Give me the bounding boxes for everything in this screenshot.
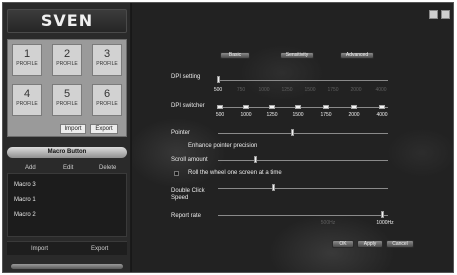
profile-5-button[interactable]: 5 PROFILE bbox=[52, 84, 82, 116]
cancel-button[interactable]: Cancel bbox=[386, 240, 414, 248]
report-rate-slider-thumb[interactable] bbox=[381, 211, 384, 218]
profile-label: PROFILE bbox=[96, 61, 118, 67]
macro-import-export: Import Export bbox=[7, 241, 127, 255]
dpi-tick-label: 750 bbox=[236, 87, 246, 93]
profile-label: PROFILE bbox=[96, 101, 118, 107]
dpi-tick-label: 1250 bbox=[281, 87, 293, 93]
dpi-setting-slider-thumb[interactable] bbox=[217, 76, 220, 83]
roll-wheel-checkbox[interactable] bbox=[174, 171, 179, 176]
macro-delete-button[interactable]: Delete bbox=[99, 163, 116, 173]
profile-2-button[interactable]: 2 PROFILE bbox=[52, 44, 82, 76]
dpi-switcher-box[interactable] bbox=[269, 105, 275, 109]
profile-number: 3 bbox=[103, 48, 111, 60]
dpi-setting-label: DPI setting bbox=[171, 74, 201, 80]
tab-advanced[interactable]: Advanced bbox=[340, 52, 374, 59]
dpi-switcher-box[interactable] bbox=[217, 105, 223, 109]
dpi-switcher-value: 1750 bbox=[320, 112, 332, 118]
dpi-switcher-box[interactable] bbox=[379, 105, 385, 109]
macro-edit-button[interactable]: Edit bbox=[63, 163, 73, 173]
report-rate-tick: 500Hz bbox=[320, 220, 336, 226]
profile-actions: Import Export bbox=[7, 123, 127, 137]
dpi-tick-label: 500 bbox=[213, 87, 223, 93]
pointer-speed-track[interactable] bbox=[218, 133, 388, 134]
macro-list-item[interactable]: Macro 3 bbox=[14, 181, 36, 189]
profile-import-button[interactable]: Import bbox=[60, 124, 86, 134]
dpi-tick-label: 2000 bbox=[350, 87, 362, 93]
profile-label: PROFILE bbox=[56, 61, 78, 67]
double-click-speed-label: Speed bbox=[171, 195, 189, 201]
profile-6-button[interactable]: 6 PROFILE bbox=[92, 84, 122, 116]
dpi-switcher-value: 1500 bbox=[292, 112, 304, 118]
pointer-speed-slider-thumb[interactable] bbox=[291, 129, 294, 136]
macro-export-button[interactable]: Export bbox=[91, 242, 108, 256]
macro-add-button[interactable]: Add bbox=[25, 163, 36, 173]
macro-button-header[interactable]: Macro Button bbox=[7, 147, 127, 158]
dpi-switcher-box[interactable] bbox=[295, 105, 301, 109]
dpi-switcher-value: 1000 bbox=[240, 112, 252, 118]
roll-wheel-label: Roll the wheel one screen at a time bbox=[188, 170, 282, 176]
dpi-switcher-box[interactable] bbox=[323, 105, 329, 109]
macro-import-button[interactable]: Import bbox=[31, 242, 48, 256]
dpi-switcher-box[interactable] bbox=[351, 105, 357, 109]
profile-label: PROFILE bbox=[56, 101, 78, 107]
sven-logo: SVEN bbox=[7, 9, 127, 33]
report-rate-tick: 1000Hz bbox=[376, 220, 394, 226]
dpi-tick-label: 1750 bbox=[327, 87, 339, 93]
scroll-amount-label: Scroll amount bbox=[171, 157, 208, 163]
dpi-setting-track[interactable] bbox=[218, 80, 388, 81]
report-rate-track[interactable] bbox=[218, 215, 388, 216]
dpi-switcher-value: 4000 bbox=[376, 112, 388, 118]
dpi-tick-label: 1500 bbox=[304, 87, 316, 93]
profile-label: PROFILE bbox=[16, 61, 38, 67]
double-click-slider-thumb[interactable] bbox=[272, 184, 275, 191]
tab-sensitivity[interactable]: Sensitivity bbox=[280, 52, 314, 59]
scroll-amount-track[interactable] bbox=[218, 160, 388, 161]
double-click-track[interactable] bbox=[218, 188, 388, 189]
settings-panel: Basic Sensitivity Advanced DPI setting 5… bbox=[132, 3, 453, 272]
profile-number: 5 bbox=[63, 88, 71, 100]
left-bottom-bar bbox=[11, 264, 123, 269]
dpi-switcher-label: DPI switcher bbox=[171, 103, 205, 109]
dpi-switcher-value: 1250 bbox=[266, 112, 278, 118]
macro-list: Macro 3 Macro 1 Macro 2 bbox=[7, 173, 127, 237]
close-icon[interactable] bbox=[441, 10, 450, 19]
dpi-switcher-value: 500 bbox=[215, 112, 225, 118]
macro-list-item[interactable]: Macro 2 bbox=[14, 211, 36, 219]
profile-grid: 1 PROFILE 2 PROFILE 3 PROFILE 4 PROFILE … bbox=[7, 39, 127, 125]
apply-button[interactable]: Apply bbox=[357, 240, 383, 248]
profile-3-button[interactable]: 3 PROFILE bbox=[92, 44, 122, 76]
profile-number: 4 bbox=[23, 88, 31, 100]
profile-number: 6 bbox=[103, 88, 111, 100]
macro-toolbar: Add Edit Delete bbox=[3, 163, 131, 173]
sven-mouse-config-window: SVEN 1 PROFILE 2 PROFILE 3 PROFILE 4 PRO… bbox=[2, 2, 454, 273]
profile-1-button[interactable]: 1 PROFILE bbox=[12, 44, 42, 76]
pointer-label: Pointer bbox=[171, 130, 191, 136]
profile-number: 2 bbox=[63, 48, 71, 60]
minimize-icon[interactable] bbox=[429, 10, 438, 19]
dpi-switcher-box[interactable] bbox=[243, 105, 249, 109]
scroll-amount-slider-thumb[interactable] bbox=[254, 156, 257, 163]
report-rate-label: Report rate bbox=[171, 213, 202, 219]
left-panel: SVEN 1 PROFILE 2 PROFILE 3 PROFILE 4 PRO… bbox=[3, 3, 131, 272]
macro-list-item[interactable]: Macro 1 bbox=[14, 196, 36, 204]
profile-export-button[interactable]: Export bbox=[90, 124, 118, 134]
tab-basic[interactable]: Basic bbox=[220, 52, 250, 59]
profile-4-button[interactable]: 4 PROFILE bbox=[12, 84, 42, 116]
enhance-pointer-precision-label: Enhance pointer precision bbox=[188, 143, 258, 149]
profile-label: PROFILE bbox=[16, 101, 38, 107]
profile-number: 1 bbox=[23, 48, 31, 60]
dpi-tick-label: 1000 bbox=[258, 87, 270, 93]
ok-button[interactable]: OK bbox=[332, 240, 354, 248]
dpi-switcher-value: 2000 bbox=[348, 112, 360, 118]
dpi-tick-label: 4000 bbox=[375, 87, 387, 93]
